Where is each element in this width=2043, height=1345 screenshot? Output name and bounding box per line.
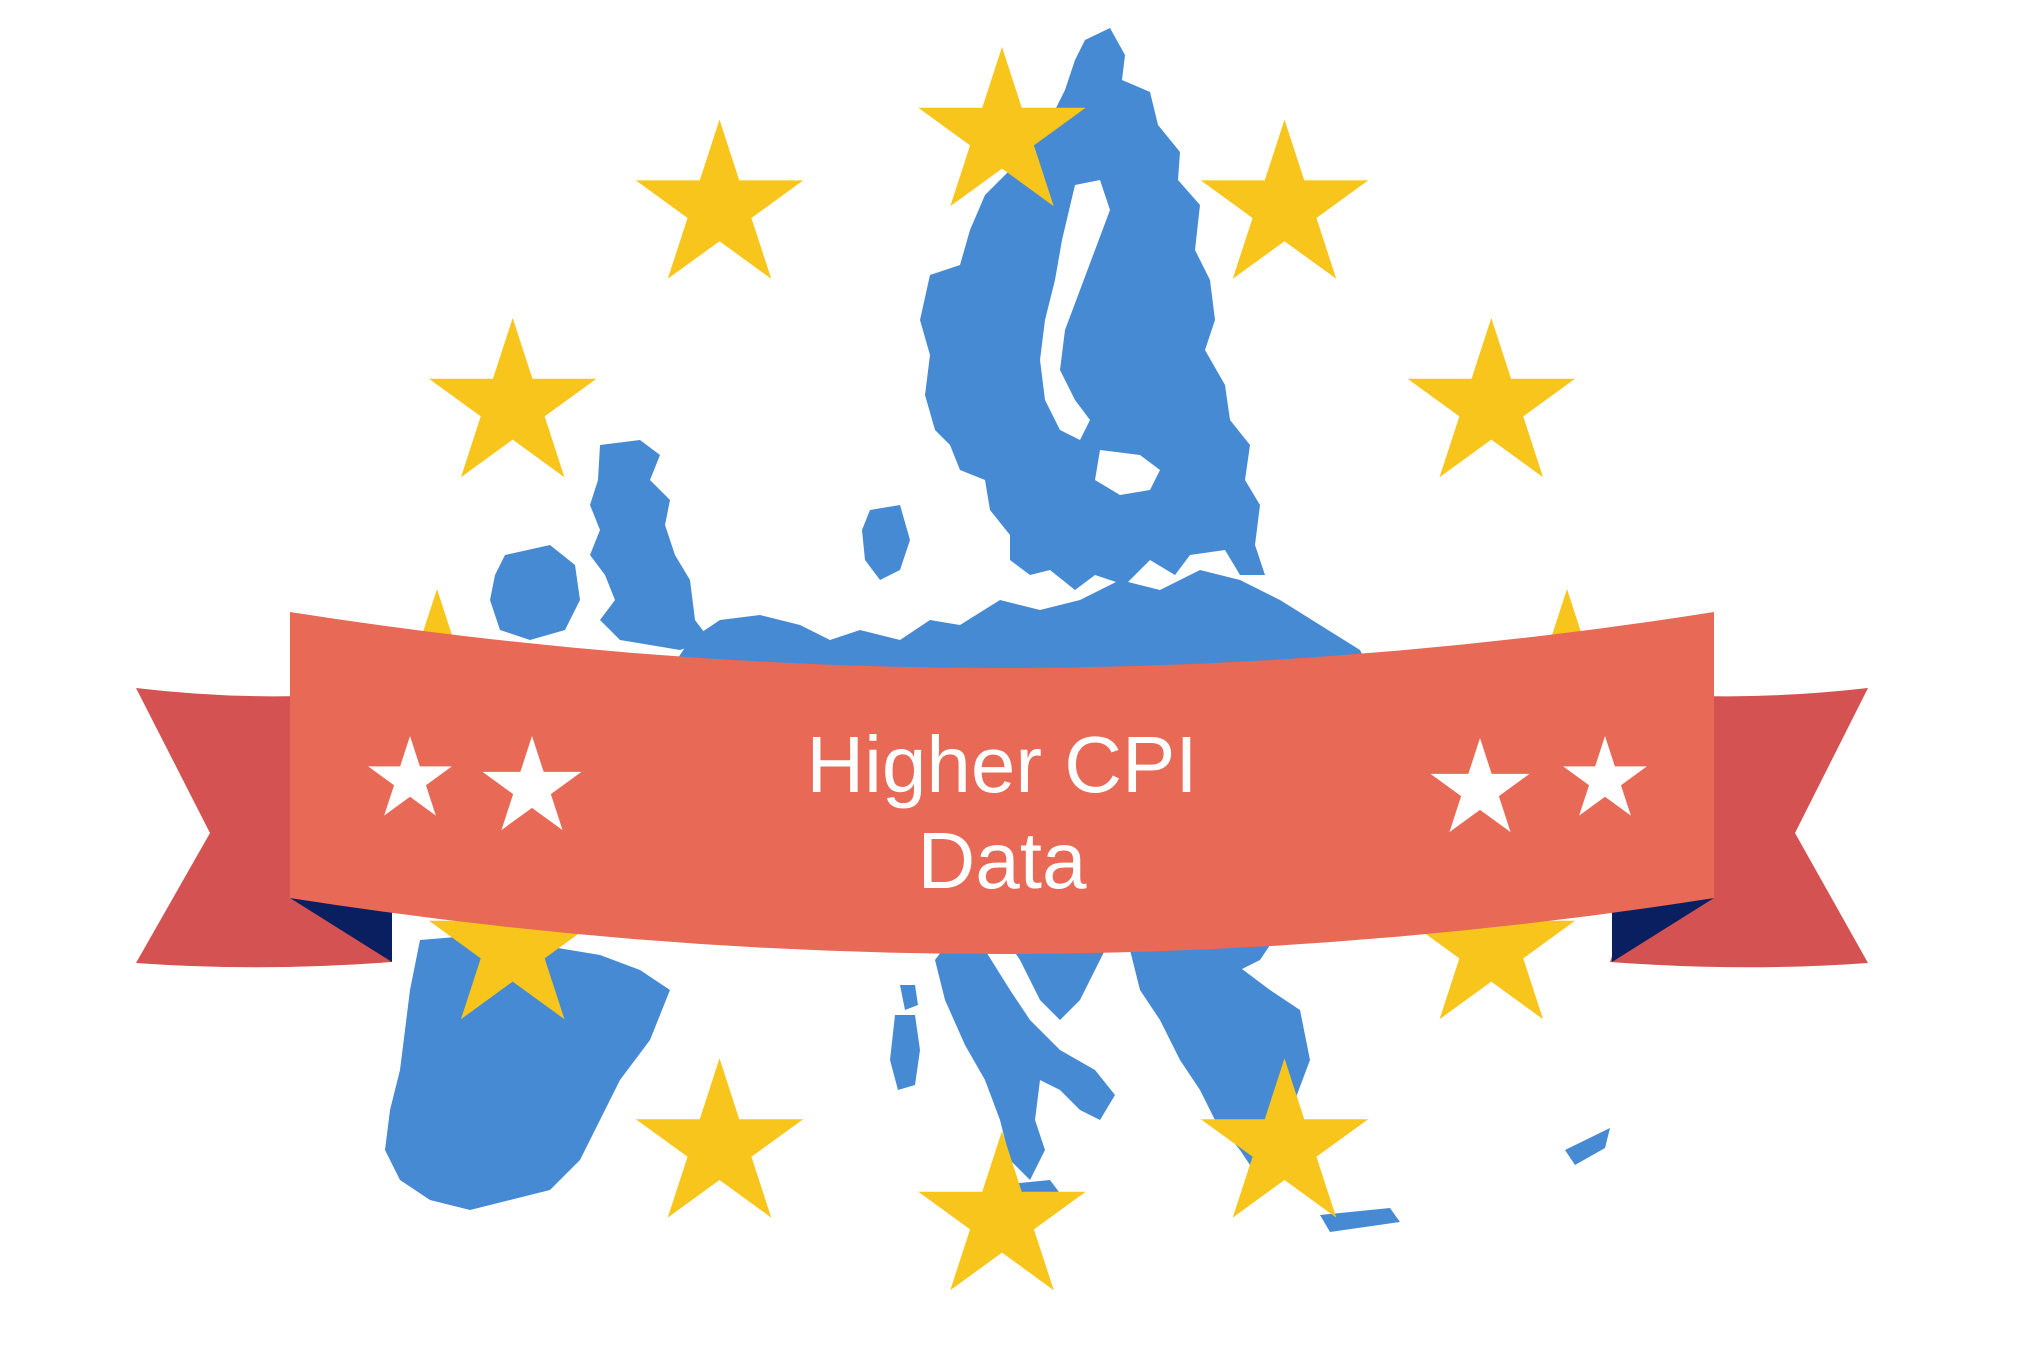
banner-title-line2: Data <box>918 816 1087 905</box>
eu-star-icon <box>635 1058 804 1218</box>
cyprus-shape <box>1565 1128 1610 1165</box>
banner-title-line1: Higher CPI <box>806 720 1197 809</box>
sardinia-shape <box>890 1015 920 1090</box>
eu-star-icon <box>1407 318 1575 478</box>
eu-cpi-illustration: Higher CPI Data <box>136 28 1868 1291</box>
eu-star-icon <box>429 318 597 478</box>
great-britain-shape <box>590 440 710 650</box>
denmark-shape <box>862 505 910 580</box>
eu-star-icon <box>1200 119 1369 279</box>
corsica-shape <box>900 985 918 1010</box>
eu-star-icon <box>635 119 804 279</box>
eu-star-icon <box>918 1131 1086 1291</box>
ireland-shape <box>490 545 580 640</box>
europe-map-icon <box>385 28 1610 1232</box>
